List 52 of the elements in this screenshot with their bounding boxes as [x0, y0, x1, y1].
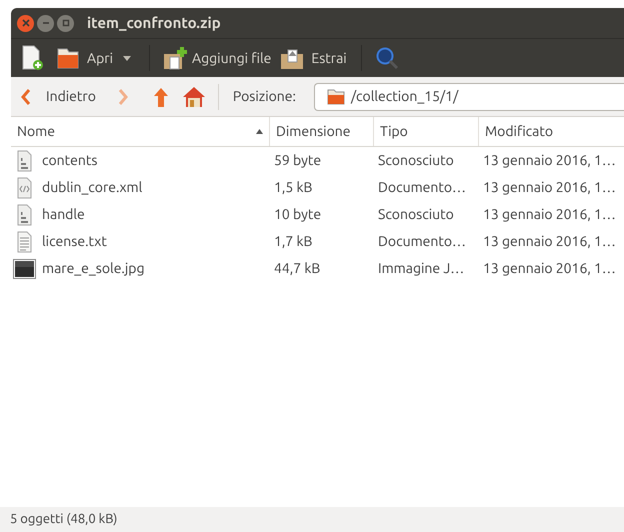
modified-date: 13 gennaio 2016, 1…: [483, 233, 616, 249]
file-name[interactable]: contents: [42, 150, 98, 171]
column-header[interactable]: Tipo: [374, 117, 479, 146]
maximize-icon: [62, 19, 70, 27]
status-bar: 5 oggetti (48,0 kB): [0, 507, 624, 532]
minimize-icon: [42, 19, 50, 27]
file-size: 10 byte: [274, 206, 322, 222]
binary-file-icon: [16, 204, 33, 226]
file-type: Sconosciuto: [378, 152, 454, 168]
code-file-icon: [16, 176, 33, 198]
up-arrow-icon: [152, 86, 170, 108]
column-header[interactable]: Dimensione: [270, 117, 374, 146]
file-name[interactable]: dublin_core.xml: [42, 177, 142, 198]
new-file-icon: [21, 45, 43, 71]
file-size: 1,7 kB: [274, 233, 312, 249]
binary-file-icon: [16, 150, 33, 172]
minimize-button[interactable]: [37, 14, 54, 32]
window-title: item_confronto.zip: [87, 12, 221, 33]
box-add-icon: [162, 45, 188, 71]
extract-button[interactable]: Estrai: [279, 44, 347, 72]
caret-icon: [123, 56, 131, 60]
close-button[interactable]: [17, 14, 34, 32]
file-size: 44,7 kB: [274, 260, 320, 276]
text-file-icon: [16, 230, 33, 252]
maximize-button[interactable]: [57, 14, 74, 32]
folder-icon: [55, 46, 81, 70]
path-text: /collection_15/1/: [350, 87, 458, 106]
column-header[interactable]: Nome: [11, 117, 270, 146]
file-type: Immagine J…: [378, 260, 464, 276]
file-size: 59 byte: [274, 152, 322, 168]
modified-date: 13 gennaio 2016, 1…: [483, 206, 616, 222]
file-name[interactable]: license.txt: [42, 231, 107, 252]
back-button[interactable]: Indietro: [21, 82, 96, 110]
file-name[interactable]: handle: [42, 204, 85, 225]
close-icon: [22, 19, 30, 27]
file-type: Documento…: [378, 233, 466, 249]
sort-ascending-icon: [256, 129, 263, 134]
folder-icon: [326, 88, 345, 104]
modified-date: 13 gennaio 2016, 1…: [483, 152, 616, 168]
location-field[interactable]: /collection_15/1/: [314, 82, 624, 110]
open-button[interactable]: Apri: [55, 44, 113, 72]
column-header[interactable]: Modificato: [479, 117, 624, 146]
modified-date: 13 gennaio 2016, 1…: [483, 179, 616, 195]
house-icon: [182, 86, 206, 108]
file-type: Sconosciuto: [378, 206, 454, 222]
file-type: Documento…: [378, 179, 466, 195]
search-icon: [374, 46, 399, 70]
file-size: 1,5 kB: [274, 179, 312, 195]
file-name[interactable]: mare_e_sole.jpg: [42, 258, 145, 279]
modified-date: 13 gennaio 2016, 1…: [483, 260, 616, 276]
add-files-button[interactable]: Aggiungi file: [162, 44, 272, 72]
location-label: Posizione:: [232, 87, 296, 106]
